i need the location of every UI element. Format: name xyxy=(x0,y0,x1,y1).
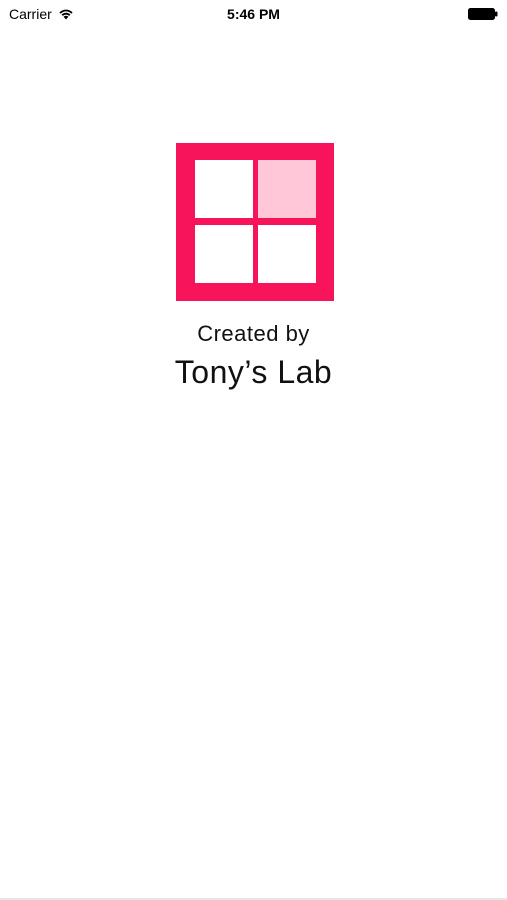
battery-icon xyxy=(468,8,498,20)
created-by-label: Created by xyxy=(197,321,310,346)
status-bar: Carrier 5:46 PM xyxy=(0,0,507,28)
developer-name: Tony’s Lab xyxy=(174,354,333,390)
status-time: 5:46 PM xyxy=(227,6,280,22)
four-pane-window-logo xyxy=(176,143,334,301)
splash-screen: Carrier 5:46 PM Created by Tony’s Lab xyxy=(0,0,507,900)
